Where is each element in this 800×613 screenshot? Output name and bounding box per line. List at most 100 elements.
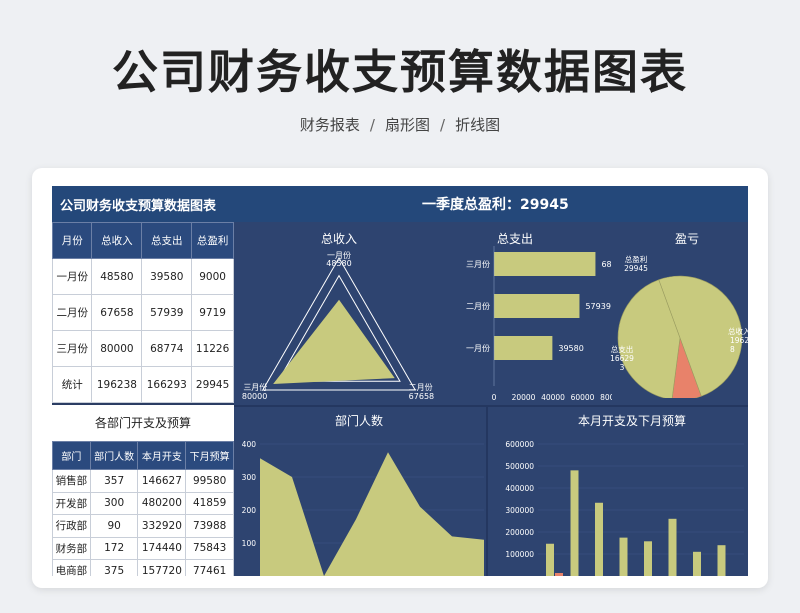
spreadsheet-preview: 公司财务收支预算数据图表 一季度总盈利：29945 月份 总收入 总支出 总盈利 一月…: [52, 186, 748, 576]
department-header-cell: 部门人数: [89, 441, 139, 470]
department-cell: 73988: [185, 514, 234, 538]
pie-value-label: 8: [730, 345, 735, 354]
monthly-header-cell: 月份: [52, 222, 93, 259]
hbar-category-label: 二月份: [466, 301, 490, 311]
profit-summary: 一季度总盈利：29945: [422, 197, 569, 213]
monthly-cell: 67658: [91, 294, 143, 331]
hbar-category-label: 三月份: [466, 259, 490, 269]
column-tick-label: 500000: [505, 462, 534, 471]
department-cell: 480200: [137, 491, 187, 515]
department-cell: 41859: [185, 491, 234, 515]
department-cell: 332920: [137, 514, 187, 538]
monthly-header-cell: 总收入: [91, 222, 143, 259]
column-chart: 100000 200000 300000 400000 500000 600000: [505, 440, 744, 576]
table-row: 二月份 67658 57939 9719: [52, 294, 234, 331]
hbar-tick-label: 40000: [541, 393, 565, 402]
area-tick-label: 100: [242, 539, 257, 548]
column-bar: [595, 502, 603, 576]
pie-slice-label: 总收入: [728, 326, 748, 336]
hbar-bar: [494, 294, 580, 318]
radar-value-label: 80000: [242, 392, 267, 401]
department-cell: 157720: [137, 559, 187, 576]
monthly-cell: 二月份: [52, 294, 93, 331]
monthly-cell: 29945: [191, 366, 234, 403]
monthly-cell: 196238: [91, 366, 143, 403]
column-bar: [546, 543, 554, 576]
monthly-cell: 48580: [91, 258, 143, 295]
department-cell: 172: [89, 536, 139, 560]
monthly-cell: 57939: [141, 294, 193, 331]
monthly-cell: 166293: [141, 366, 193, 403]
column-bar: [644, 541, 652, 576]
hbar-value-label: 39580: [558, 344, 583, 353]
monthly-header-cell: 总支出: [141, 222, 193, 259]
department-cell: 销售部: [52, 469, 91, 493]
department-cell: 77461: [185, 559, 234, 576]
department-header-cell: 本月开支: [137, 441, 187, 470]
department-cell: 行政部: [52, 514, 91, 538]
hbar-tick-label: 20000: [512, 393, 536, 402]
pie-slice-label: 总支出: [611, 344, 634, 354]
column-bar: [619, 537, 628, 576]
table-row: 财务部 172 174440 75843: [52, 536, 234, 560]
pie-value-label: 16629: [610, 354, 634, 363]
tag-financial-report[interactable]: 财务报表: [300, 116, 360, 134]
department-section-title: 各部门开支及预算: [52, 405, 234, 441]
preview-card[interactable]: 公司财务收支预算数据图表 一季度总盈利：29945 月份 总收入 总支出 总盈利 一月…: [32, 168, 768, 588]
monthly-cell: 三月份: [52, 330, 93, 367]
monthly-cell: 11226: [191, 330, 234, 367]
department-cell: 300: [89, 491, 139, 515]
radar-area: [273, 299, 395, 384]
tag-pie-chart[interactable]: 扇形图: [385, 116, 430, 134]
department-cell: 146627: [137, 469, 187, 493]
area-tick-label: 400: [242, 440, 257, 449]
sheet-title: 公司财务收支预算数据图表: [60, 199, 217, 214]
radar-chart-title: 总收入: [320, 232, 357, 246]
table-row: 销售部 357 146627 99580: [52, 469, 234, 493]
pie-slice-label: 总盈利: [625, 254, 648, 264]
hbar-tick-label: 0: [492, 393, 497, 402]
area-fill: [260, 452, 484, 576]
column-tick-label: 300000: [505, 506, 534, 515]
pie-value-label: 3: [620, 363, 625, 372]
sheet-header: 公司财务收支预算数据图表 一季度总盈利：29945: [52, 186, 748, 222]
tag-line-chart[interactable]: 折线图: [455, 116, 500, 134]
department-header-cell: 下月预算: [185, 441, 234, 470]
monthly-cell: 68774: [141, 330, 193, 367]
department-cell: 开发部: [52, 491, 91, 515]
hbar-tick-label: 60000: [571, 393, 595, 402]
radar-axis-label: 三月份: [243, 382, 267, 392]
monthly-cell: 80000: [91, 330, 143, 367]
department-cell: 375: [89, 559, 139, 576]
tag-separator: /: [369, 116, 375, 134]
area-chart: 100 200 300 400: [242, 440, 484, 576]
department-cell: 电商部: [52, 559, 91, 576]
radar-value-label: 48580: [326, 259, 351, 268]
area-tick-label: 200: [242, 506, 257, 515]
column-bar: [570, 470, 579, 576]
page-title: 公司财务收支预算数据图表: [112, 45, 688, 99]
hbar-chart: 三月份68774二月份57939一月份395800200004000060000…: [466, 246, 612, 402]
table-row: 行政部 90 332920 73988: [52, 514, 234, 538]
table-row: 统计 196238 166293 29945: [52, 366, 234, 403]
column-tick-label: 400000: [505, 484, 534, 493]
hbar-bar: [494, 252, 596, 276]
column-bar-budget: [555, 573, 563, 576]
monthly-header-cell: 总盈利: [191, 222, 234, 259]
table-row: 三月份 80000 68774 11226: [52, 330, 234, 367]
department-header-cell: 部门: [52, 441, 91, 470]
monthly-cell: 39580: [141, 258, 193, 295]
pie-value-label: 19623: [730, 336, 748, 345]
column-tick-label: 600000: [505, 440, 534, 449]
monthly-cell: 9000: [191, 258, 234, 295]
table-row: 一月份 48580 39580 9000: [52, 258, 234, 295]
monthly-cell: 9719: [191, 294, 234, 331]
table-row: 开发部 300 480200 41859: [52, 491, 234, 515]
department-cell: 99580: [185, 469, 234, 493]
column-tick-label: 100000: [505, 550, 534, 559]
column-bar: [668, 518, 677, 576]
monthly-table: 月份 总收入 总支出 总盈利 一月份 48580 39580 9000 二月份 67658 579…: [52, 222, 234, 403]
pie-value-label: 29945: [624, 264, 648, 273]
area-tick-label: 300: [242, 473, 257, 482]
department-cell: 财务部: [52, 536, 91, 560]
